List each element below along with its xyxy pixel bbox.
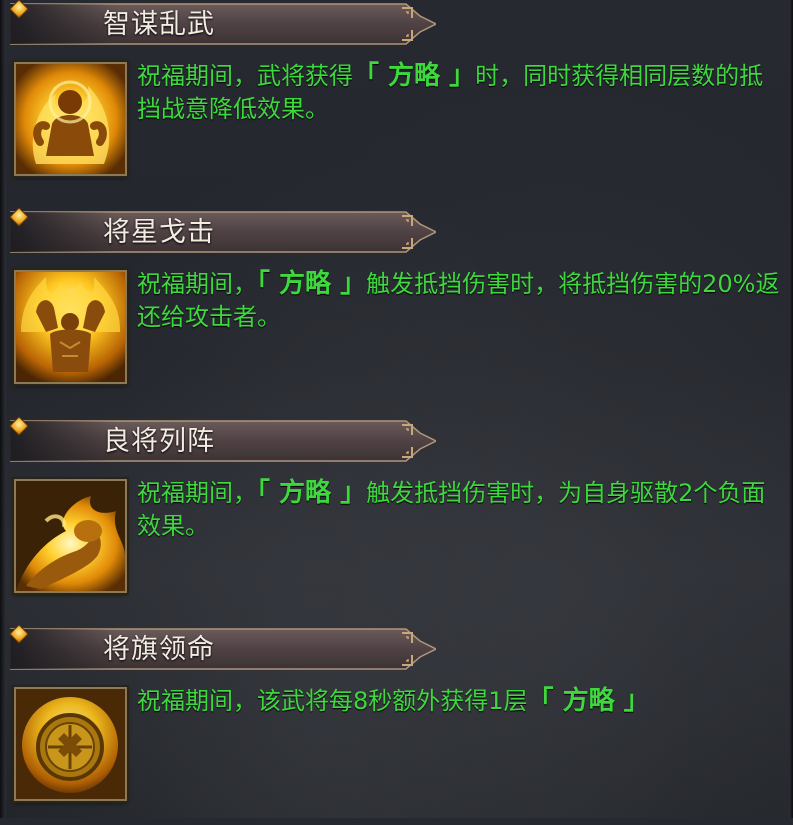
left-frame-border (0, 0, 6, 818)
skill-header-1: 智谋乱武 (10, 0, 436, 48)
flaming-fist-icon (14, 479, 127, 593)
skill-title: 将星戈击 (103, 217, 215, 248)
skill-header-3: 良将列阵 (10, 417, 436, 465)
description-text: 祝福期间， (137, 270, 257, 298)
diamond-bullet-icon (10, 0, 28, 18)
diamond-bullet-icon (10, 208, 28, 226)
keyword-strategy: 「 方略 」 (257, 478, 367, 508)
skill-entry-1: 智谋乱武 祝福期间，武将获得「 方略 」时，同时获得相同层数的抵挡战意降低效果。 (10, 0, 793, 200)
skill-entry-4: 将旗领命 祝福期间，该武将每8秒额外获得1层「 方略 」 (10, 625, 793, 825)
keyword-strategy: 「 方略 」 (257, 269, 367, 299)
keyword-strategy: 「 方略 」 (353, 61, 476, 91)
skill-header-4: 将旗领命 (10, 625, 436, 673)
diamond-bullet-icon (10, 625, 28, 643)
skill-description: 祝福期间，该武将每8秒额外获得1层「 方略 」 (137, 685, 785, 718)
skill-description: 祝福期间，武将获得「 方略 」时，同时获得相同层数的抵挡战意降低效果。 (137, 60, 785, 126)
flame-warrior-icon (14, 62, 127, 176)
skill-title: 良将列阵 (103, 426, 215, 457)
skill-description: 祝福期间，「 方略 」触发抵挡伤害时，将抵挡伤害的20%返还给攻击者。 (137, 268, 785, 334)
flexing-giant-icon (14, 270, 127, 384)
description-text: 祝福期间，该武将每8秒额外获得1层 (137, 687, 528, 715)
skill-entry-2: 将星戈击 祝福期间，「 方略 」触发抵挡伤害时，将抵挡伤害的20%返还给攻击者。 (10, 208, 793, 408)
skill-description: 祝福期间，「 方略 」触发抵挡伤害时，为自身驱散2个负面效果。 (137, 477, 785, 543)
description-text: 祝福期间，武将获得 (137, 62, 353, 90)
skill-title: 智谋乱武 (103, 9, 215, 40)
skill-title: 将旗领命 (103, 634, 215, 665)
diamond-bullet-icon (10, 417, 28, 435)
keyword-strategy: 「 方略 」 (527, 686, 650, 716)
skill-entry-3: 良将列阵 祝福期间，「 方略 」触发抵挡伤害时，为自身驱散2个负面效果。 (10, 417, 793, 617)
description-text: 祝福期间， (137, 479, 257, 507)
skill-header-2: 将星戈击 (10, 208, 436, 256)
golden-shield-icon (14, 687, 127, 801)
